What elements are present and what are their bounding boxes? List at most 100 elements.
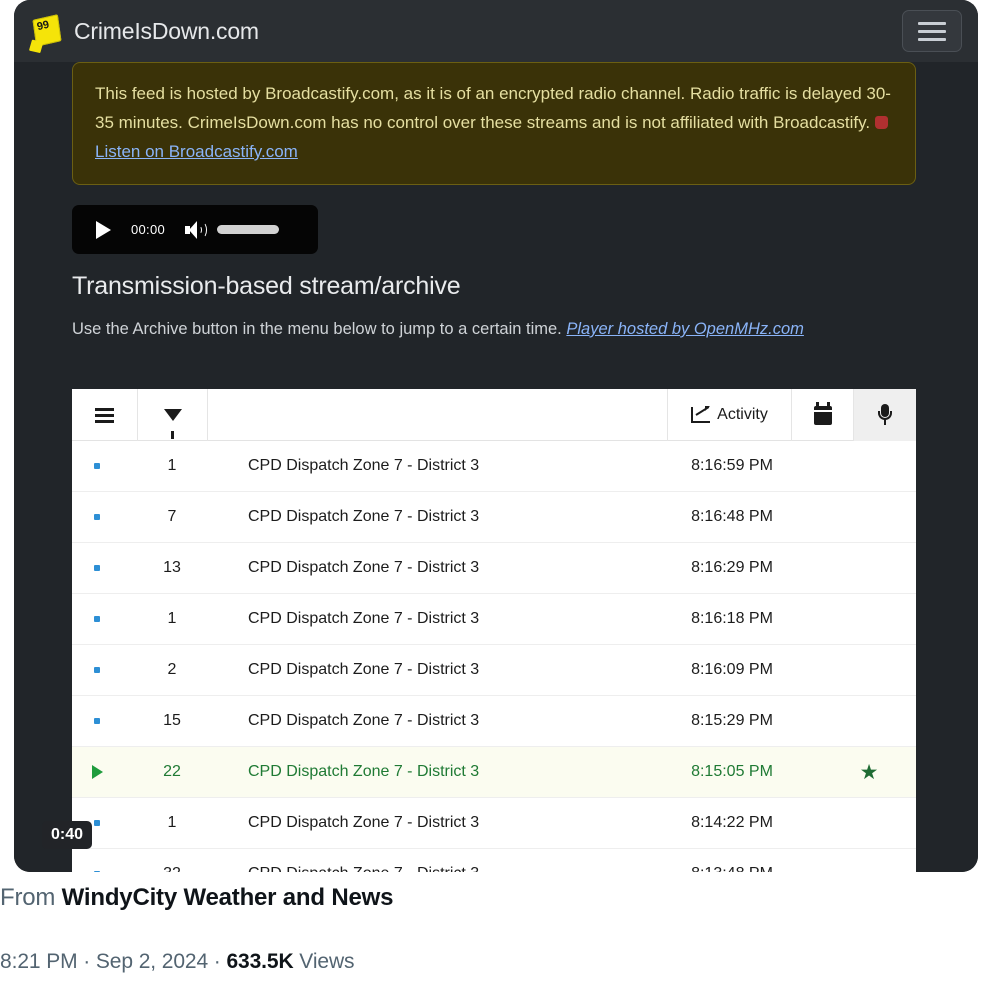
blue-dot-icon (94, 514, 100, 520)
table-row[interactable]: 13 CPD Dispatch Zone 7 - District 3 8:16:2… (72, 543, 916, 594)
row-playing-icon[interactable] (72, 765, 122, 779)
row-status-dot-icon[interactable] (72, 871, 122, 872)
tweet-time: 8:21 PM (0, 950, 78, 973)
row-status-dot-icon[interactable] (72, 718, 122, 724)
table-row[interactable]: 15 CPD Dispatch Zone 7 - District 3 8:15:2… (72, 696, 916, 747)
table-menu-button[interactable] (72, 389, 138, 441)
table-row[interactable]: 1 CPD Dispatch Zone 7 - District 3 8:16:59… (72, 441, 916, 492)
table-row[interactable]: 2 CPD Dispatch Zone 7 - District 3 8:16:09… (72, 645, 916, 696)
table-mic-button[interactable] (854, 389, 916, 441)
embedded-video-card[interactable]: 99 CrimeIsDown.com This feed is hosted b… (14, 0, 978, 872)
row-channel-name: CPD Dispatch Zone 7 - District 3 (248, 508, 480, 525)
row-duration: 1 (167, 814, 177, 831)
table-activity-button[interactable]: Activity (668, 389, 792, 441)
page-body: This feed is hosted by Broadcastify.com,… (14, 62, 978, 872)
meta-sep-1: · (77, 950, 96, 973)
openmhz-link[interactable]: Player hosted by OpenMHz.com (566, 320, 804, 338)
transmissions-table: Activity 1 CPD Dispatch Zone 7 - District… (72, 389, 916, 872)
blue-dot-icon (94, 463, 100, 469)
audio-player[interactable]: 00:00 (72, 205, 318, 254)
blue-dot-icon (94, 616, 100, 622)
row-channel-name: CPD Dispatch Zone 7 - District 3 (248, 763, 480, 780)
table-row[interactable]: 1 CPD Dispatch Zone 7 - District 3 8:14:22… (72, 798, 916, 849)
meta-sep-2: · (208, 950, 227, 973)
row-timestamp: 8:16:09 PM (691, 661, 773, 678)
row-duration: 15 (163, 712, 181, 729)
table-archive-button[interactable] (792, 389, 854, 441)
blue-dot-icon (94, 565, 100, 571)
blue-dot-icon (94, 871, 100, 872)
row-status-dot-icon[interactable] (72, 463, 122, 469)
row-status-dot-icon[interactable] (72, 565, 122, 571)
from-line: From WindyCity Weather and News (0, 884, 393, 912)
row-channel-name: CPD Dispatch Zone 7 - District 3 (248, 457, 480, 474)
views-label: Views (293, 950, 355, 973)
microphone-icon (877, 404, 893, 426)
table-toolbar: Activity (72, 389, 916, 441)
table-row[interactable]: 22 CPD Dispatch Zone 7 - District 3 8:15:0… (72, 747, 916, 798)
table-row[interactable]: 1 CPD Dispatch Zone 7 - District 3 8:16:18… (72, 594, 916, 645)
row-duration: 22 (163, 763, 181, 780)
blue-dot-icon (94, 820, 100, 826)
site-header: 99 CrimeIsDown.com (14, 0, 978, 62)
row-timestamp: 8:14:22 PM (691, 814, 773, 831)
volume-slider[interactable] (217, 225, 280, 234)
row-timestamp: 8:16:18 PM (691, 610, 773, 627)
blue-dot-icon (94, 718, 100, 724)
row-channel-name: CPD Dispatch Zone 7 - District 3 (248, 559, 480, 576)
row-duration: 1 (167, 457, 177, 474)
row-timestamp: 8:16:48 PM (691, 508, 773, 525)
row-channel-name: CPD Dispatch Zone 7 - District 3 (222, 865, 642, 872)
row-channel-name: CPD Dispatch Zone 7 - District 3 (248, 661, 480, 678)
activity-label: Activity (717, 406, 768, 423)
row-channel-name: CPD Dispatch Zone 7 - District 3 (248, 610, 480, 627)
from-account-name[interactable]: WindyCity Weather and News (62, 884, 394, 911)
table-body: 1 CPD Dispatch Zone 7 - District 3 8:16:59… (72, 441, 916, 872)
row-timestamp: 8:15:29 PM (691, 712, 773, 729)
hamburger-menu-icon[interactable] (902, 10, 962, 52)
tweet-meta-line: 8:21 PM · Sep 2, 2024 · 633.5K Views (0, 950, 355, 974)
row-duration: 32 (122, 865, 222, 872)
row-timestamp: 8:16:59 PM (691, 457, 773, 474)
row-channel-name: CPD Dispatch Zone 7 - District 3 (248, 814, 480, 831)
row-duration: 13 (163, 559, 181, 576)
row-timestamp: 8:16:29 PM (691, 559, 773, 576)
table-toolbar-spacer (208, 389, 668, 441)
from-prefix: From (0, 884, 62, 911)
video-duration-badge: 0:40 (42, 821, 93, 849)
section-title: Transmission-based stream/archive (72, 272, 461, 300)
section-description: Use the Archive button in the menu below… (72, 315, 852, 344)
views-count: 633.5K (226, 950, 294, 973)
calendar-icon (813, 401, 832, 425)
radio-emoji-icon (874, 116, 888, 129)
filter-icon (163, 409, 182, 439)
disclaimer-text: This feed is hosted by Broadcastify.com,… (95, 84, 891, 132)
row-channel-name: CPD Dispatch Zone 7 - District 3 (248, 712, 480, 729)
row-timestamp: 8:15:05 PM (691, 763, 773, 780)
table-row[interactable]: 7 CPD Dispatch Zone 7 - District 3 8:16:48… (72, 492, 916, 543)
site-title: CrimeIsDown.com (74, 17, 259, 44)
crime-tape-logo-icon: 99 (30, 14, 64, 48)
menu-icon (95, 407, 114, 423)
row-duration: 1 (167, 610, 177, 627)
section-description-text: Use the Archive button in the menu below… (72, 320, 567, 338)
play-icon[interactable] (96, 220, 111, 239)
broadcastify-link[interactable]: Listen on Broadcastify.com (95, 142, 298, 161)
blue-dot-icon (94, 667, 100, 673)
row-status-dot-icon[interactable] (72, 667, 122, 673)
row-duration: 2 (167, 661, 177, 678)
table-filter-button[interactable] (138, 389, 208, 441)
disclaimer-banner: This feed is hosted by Broadcastify.com,… (72, 62, 916, 185)
row-duration: 7 (167, 508, 177, 525)
play-arrow-icon (91, 765, 103, 779)
speaker-icon[interactable] (185, 220, 208, 239)
row-status-dot-icon[interactable] (72, 616, 122, 622)
table-row[interactable]: 32CPD Dispatch Zone 7 - District 38:13:4… (72, 849, 916, 872)
row-status-dot-icon[interactable] (72, 514, 122, 520)
row-star-cell[interactable]: ★ (822, 762, 916, 783)
star-icon[interactable]: ★ (860, 762, 879, 783)
tweet-date: Sep 2, 2024 (95, 950, 209, 973)
row-timestamp: 8:13:48 PM (642, 865, 822, 872)
activity-chart-icon (691, 406, 711, 423)
audio-time-display: 00:00 (131, 222, 166, 237)
